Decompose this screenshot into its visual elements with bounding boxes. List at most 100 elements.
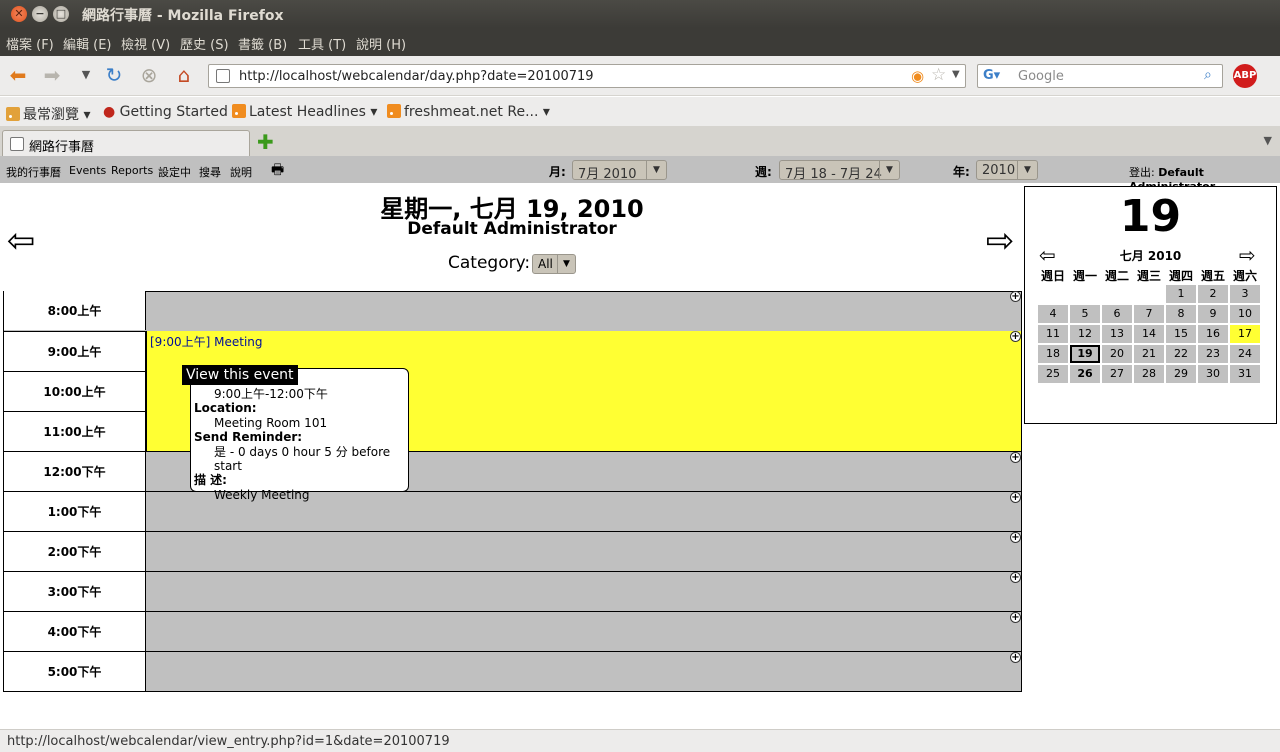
next-day-arrow-icon[interactable]: ⇨ [982, 224, 1018, 258]
bookmark-star-icon[interactable]: ☆ [931, 65, 946, 85]
maximize-window-icon[interactable]: □ [53, 6, 69, 22]
add-event-icon[interactable]: + [1010, 291, 1021, 302]
menu-search[interactable]: 搜尋 [199, 164, 221, 180]
url-dropdown-icon[interactable]: ▼ [952, 69, 960, 80]
menu-my-calendar[interactable]: 我的行事曆 [6, 164, 61, 180]
printer-icon[interactable]: 🖶 [271, 159, 287, 178]
next-month-arrow-icon[interactable]: ⇨ [1239, 243, 1256, 267]
forward-icon[interactable]: ➡ [40, 63, 64, 87]
mini-calendar-day[interactable]: 7 [1134, 305, 1164, 323]
mini-calendar-day[interactable]: 21 [1134, 345, 1164, 363]
menu-settings[interactable]: 設定中 [158, 164, 191, 180]
mini-calendar-day[interactable]: 20 [1102, 345, 1132, 363]
google-engine-icon[interactable]: G▾ [983, 68, 1000, 83]
home-icon[interactable]: ⌂ [172, 63, 196, 87]
mini-calendar-day[interactable]: 10 [1230, 305, 1260, 323]
menu-tools[interactable]: 工具 (T) [298, 34, 346, 53]
add-event-icon[interactable]: + [1010, 492, 1021, 503]
add-event-icon[interactable]: + [1010, 452, 1021, 463]
mini-calendar-day[interactable]: 1 [1166, 285, 1196, 303]
time-slot-row[interactable]: 12:00下午 + [4, 451, 1021, 491]
rss-feed-icon[interactable]: ◉ [911, 67, 924, 85]
mini-calendar-day[interactable]: 30 [1198, 365, 1228, 383]
mini-calendar-day[interactable]: 8 [1166, 305, 1196, 323]
category-select[interactable]: All ▼ [532, 254, 576, 274]
bookmark-most-visited[interactable]: 最常瀏覽 ▾ [6, 104, 90, 124]
mini-calendar-day[interactable]: 3 [1230, 285, 1260, 303]
mini-calendar-day[interactable]: 25 [1038, 365, 1068, 383]
close-window-icon[interactable]: ✕ [11, 6, 27, 22]
search-magnifier-icon[interactable]: ⌕ [1204, 67, 1212, 83]
mini-calendar-day[interactable]: 24 [1230, 345, 1260, 363]
bookmark-getting-started[interactable]: ● Getting Started [103, 104, 228, 120]
mini-calendar-day[interactable]: 26 [1070, 365, 1100, 383]
mini-weekday-header: 週二 [1104, 269, 1129, 283]
mini-calendar-day[interactable]: 2 [1198, 285, 1228, 303]
add-event-icon[interactable]: + [1010, 612, 1021, 623]
mini-calendar-day[interactable]: 29 [1166, 365, 1196, 383]
menu-help[interactable]: 說明 [230, 164, 252, 180]
mini-calendar-day[interactable]: 15 [1166, 325, 1196, 343]
previous-day-arrow-icon[interactable]: ⇦ [3, 224, 39, 258]
time-slot-row[interactable]: 4:00下午 + [4, 611, 1021, 651]
adblock-icon[interactable]: ABP [1233, 64, 1257, 88]
tab-webcalendar[interactable]: 網路行事曆 [2, 130, 250, 156]
time-slot-row[interactable]: 5:00下午 + [4, 651, 1021, 691]
add-event-icon[interactable]: + [1010, 652, 1021, 663]
bookmark-freshmeat[interactable]: freshmeat.net Re... ▾ [387, 104, 550, 120]
menu-file[interactable]: 檔案 (F) [6, 34, 54, 53]
tooltip-description: Weekly Meeting [214, 487, 310, 502]
menu-view[interactable]: 檢視 (V) [121, 34, 170, 53]
tab-list-icon[interactable]: ▼ [1264, 134, 1272, 147]
mini-calendar-day[interactable]: 17 [1230, 325, 1260, 343]
mini-calendar-day[interactable]: 4 [1038, 305, 1068, 323]
category-label: Category: [448, 253, 531, 273]
reload-icon[interactable]: ↻ [102, 63, 126, 87]
add-event-icon[interactable]: + [1010, 532, 1021, 543]
mini-calendar-day[interactable]: 11 [1038, 325, 1068, 343]
mini-calendar-day[interactable]: 16 [1198, 325, 1228, 343]
menu-events[interactable]: Events [69, 164, 106, 177]
history-dropdown-icon[interactable]: ▼ [74, 63, 98, 87]
new-tab-icon[interactable]: ✚ [257, 132, 274, 152]
add-event-icon[interactable]: + [1010, 572, 1021, 583]
menu-history[interactable]: 歷史 (S) [180, 34, 229, 53]
mini-calendar-day[interactable]: 6 [1102, 305, 1132, 323]
mini-calendar-day[interactable]: 27 [1102, 365, 1132, 383]
mini-calendar-day[interactable]: 23 [1198, 345, 1228, 363]
mini-calendar-day[interactable]: 22 [1166, 345, 1196, 363]
menu-help[interactable]: 說明 (H) [356, 34, 406, 53]
mini-calendar-day[interactable]: 28 [1134, 365, 1164, 383]
search-bar[interactable]: G▾ Google ⌕ [977, 64, 1223, 88]
mini-calendar-day[interactable]: 31 [1230, 365, 1260, 383]
search-input[interactable]: Google [1018, 69, 1064, 84]
menu-edit[interactable]: 編輯 (E) [63, 34, 112, 53]
mini-calendar-day[interactable]: 14 [1134, 325, 1164, 343]
mini-calendar-day[interactable]: 9 [1198, 305, 1228, 323]
time-slot-row[interactable]: 3:00下午 + [4, 571, 1021, 611]
url-bar[interactable]: http://localhost/webcalendar/day.php?dat… [208, 64, 966, 88]
mini-calendar-day[interactable]: 12 [1070, 325, 1100, 343]
time-slot-row[interactable]: 8:00上午 + [4, 291, 1021, 331]
minimize-window-icon[interactable]: − [32, 6, 48, 22]
stop-icon[interactable]: ⊗ [137, 63, 161, 87]
bookmark-latest-headlines[interactable]: Latest Headlines ▾ [232, 104, 377, 120]
time-slot-row[interactable]: 1:00下午 + [4, 491, 1021, 531]
rss-icon [232, 104, 246, 118]
add-event-icon[interactable]: + [1010, 331, 1021, 342]
year-select[interactable]: 2010 ▼ [976, 160, 1038, 180]
event-meeting-link[interactable]: [9:00上午] Meeting [150, 333, 263, 350]
mini-calendar-day[interactable]: 13 [1102, 325, 1132, 343]
mini-calendar-day[interactable]: 5 [1070, 305, 1100, 323]
week-select[interactable]: 7月 18 - 7月 24 ▼ [779, 160, 900, 182]
site-identity-icon[interactable] [216, 69, 230, 83]
time-slot-row[interactable]: 2:00下午 + [4, 531, 1021, 571]
mini-calendar-day[interactable]: 18 [1038, 345, 1068, 363]
mini-calendar-day[interactable]: 19 [1070, 345, 1100, 363]
chevron-down-icon: ▼ [879, 161, 899, 179]
menu-reports[interactable]: Reports [111, 164, 153, 177]
back-icon[interactable]: ⬅ [6, 63, 30, 87]
time-label: 11:00上午 [4, 412, 146, 451]
month-select[interactable]: 7月 2010 ▼ [572, 160, 667, 182]
menu-bookmarks[interactable]: 書籤 (B) [238, 34, 287, 53]
